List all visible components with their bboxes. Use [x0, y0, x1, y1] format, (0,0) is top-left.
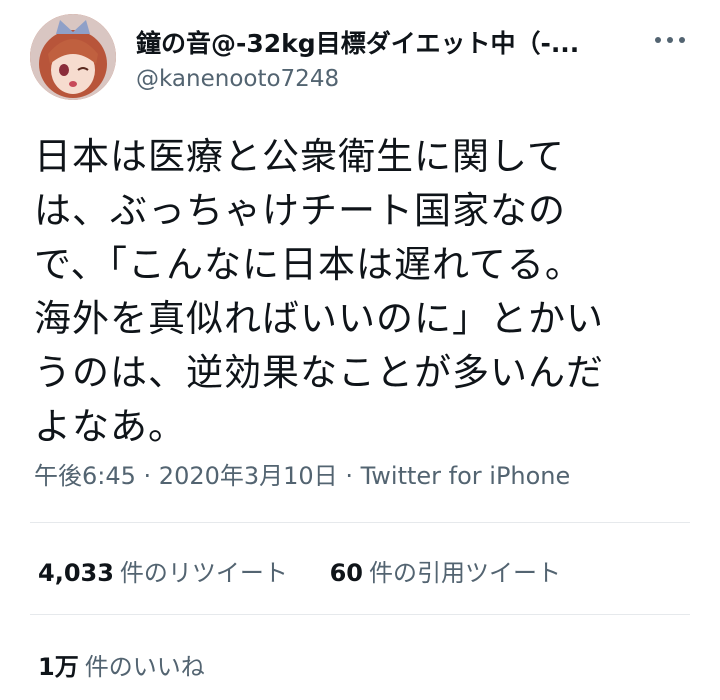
likes-count: 1万 [38, 653, 79, 681]
quotes-count: 60 [329, 559, 363, 587]
retweets-stat[interactable]: 4,033 件のリツイート [38, 553, 288, 588]
tweet-source[interactable]: Twitter for iPhone [361, 462, 571, 490]
retweets-label: 件のリツイート [119, 559, 288, 587]
retweets-count: 4,033 [38, 559, 114, 587]
more-horizontal-icon[interactable] [650, 28, 690, 52]
separator: · [337, 462, 361, 490]
avatar[interactable] [30, 14, 116, 100]
divider [30, 522, 690, 523]
separator: · [135, 462, 159, 490]
dot [679, 37, 685, 43]
quotes-label: 件の引用ツイート [368, 559, 561, 587]
divider [30, 614, 690, 615]
user-handle[interactable]: @kanenooto7248 [136, 66, 339, 92]
tweet-metadata: 午後6:45 · 2020年3月10日 · Twitter for iPhone [34, 456, 570, 491]
likes-stat[interactable]: 1万 件のいいね [38, 647, 205, 682]
avatar-image [30, 14, 116, 100]
dot [667, 37, 673, 43]
tweet-text: 日本は医療と公衆衛生に関して は、ぶっちゃけチート国家なの で、「こんなに日本は… [34, 135, 604, 448]
tweet-header: 鐘の音@-32kg目標ダイエット中（-... @kanenooto7248 [30, 14, 690, 100]
display-name[interactable]: 鐘の音@-32kg目標ダイエット中（-... [136, 24, 616, 60]
engagement-stats: 4,033 件のリツイート 60 件の引用ツイート [38, 553, 595, 588]
likes-label: 件のいいね [84, 653, 205, 681]
tweet-date[interactable]: 2020年3月10日 [159, 462, 338, 490]
quotes-stat[interactable]: 60 件の引用ツイート [330, 553, 561, 588]
tweet-time[interactable]: 午後6:45 [34, 462, 136, 490]
dot [655, 37, 661, 43]
